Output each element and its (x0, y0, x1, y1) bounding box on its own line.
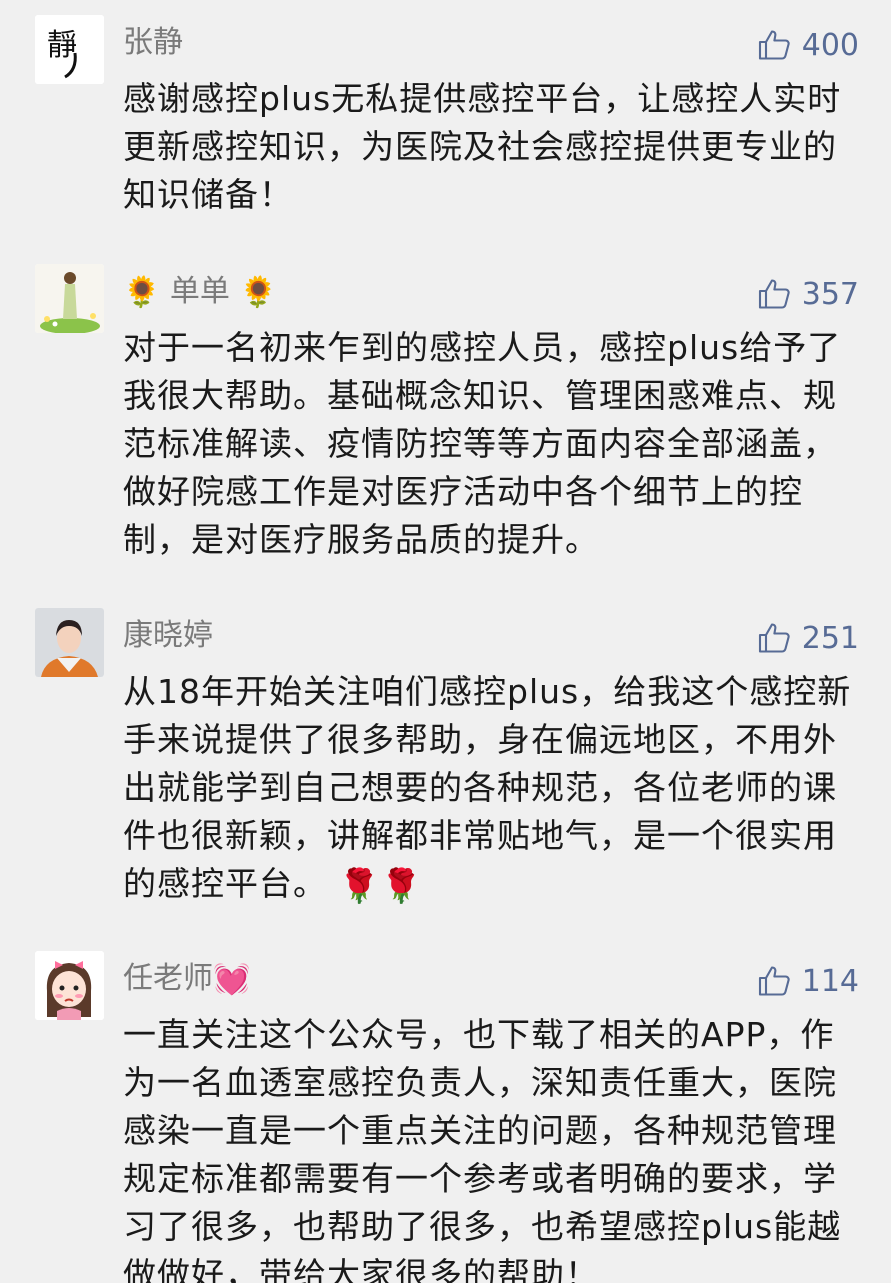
like-button[interactable]: 251 (757, 618, 859, 658)
like-count: 357 (801, 276, 859, 312)
avatar[interactable]: 靜 (35, 15, 104, 84)
comment-text: 从18年开始关注咱们感控plus，给我这个感控新手来说提供了很多帮助，身在偏远地… (123, 668, 858, 910)
comment-text: 感谢感控plus无私提供感控平台，让感控人实时更新感控知识，为医院及社会感控提供… (123, 79, 842, 214)
rose-icon: 🌹🌹 (338, 865, 423, 905)
sunflower-icon: 🌻 (239, 274, 277, 310)
like-button[interactable]: 400 (757, 25, 859, 65)
commenter-name[interactable]: 🌻 单单 🌻 (123, 274, 277, 311)
svg-text:靜: 靜 (47, 28, 77, 63)
thumbs-up-icon (758, 30, 790, 60)
like-count: 400 (801, 27, 859, 63)
sunflower-icon: 🌻 (123, 274, 161, 310)
heart-icon: 💓 (213, 961, 251, 997)
avatar[interactable] (35, 951, 104, 1020)
cartoon-girl-avatar-icon (35, 951, 104, 1020)
comment-text: 一直关注这个公众号，也下载了相关的APP，作为一名血透室感控负责人，深知责任重大… (123, 1015, 842, 1283)
thumbs-up-icon (758, 966, 790, 996)
thumbs-up-icon (758, 623, 790, 653)
avatar[interactable] (35, 608, 104, 677)
thumbs-up-icon (758, 279, 790, 309)
calligraphy-jing-avatar-icon: 靜 (35, 15, 104, 84)
like-button[interactable]: 114 (757, 961, 859, 1001)
like-count: 114 (801, 963, 859, 999)
girl-in-field-avatar-icon (35, 264, 104, 333)
woman-photo-avatar-icon (35, 608, 104, 677)
comment-text: 对于一名初来乍到的感控人员，感控plus给予了我很大帮助。基础概念知识、管理困惑… (123, 328, 842, 559)
like-button[interactable]: 357 (757, 274, 859, 314)
like-count: 251 (801, 620, 859, 656)
avatar[interactable] (35, 264, 104, 333)
commenter-name[interactable]: 张静 (123, 25, 183, 61)
commenter-name[interactable]: 康晓婷 (123, 618, 213, 654)
commenter-name[interactable]: 任老师💓 (123, 961, 250, 998)
